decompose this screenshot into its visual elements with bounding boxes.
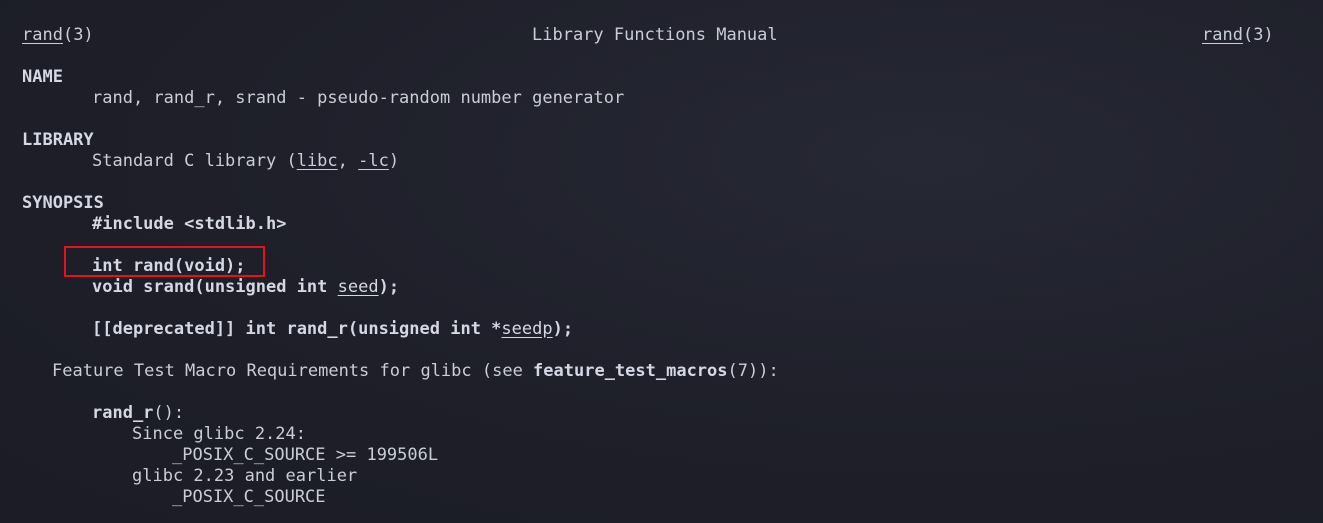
rand-r-func-name: rand_r [92, 403, 154, 423]
library-description: Standard C library (libc, -lc) [92, 151, 399, 172]
srand-param-seed: seed [337, 277, 379, 297]
library-sep: , [337, 151, 359, 171]
rand-r-requirement: rand_r(): [92, 403, 184, 424]
section-heading-synopsis: SYNOPSIS [22, 193, 104, 213]
srand-decl-b: ); [378, 277, 400, 297]
section-heading-name: NAME [22, 67, 63, 87]
header-right-section: (3) [1242, 25, 1274, 45]
man-header-title: Library Functions Manual [532, 25, 778, 45]
srand-decl-a: void srand(unsigned int [92, 277, 338, 297]
include-directive: #include <stdlib.h> [92, 214, 287, 234]
rand-r-declaration: [[deprecated]] int rand_r(unsigned int *… [92, 319, 573, 340]
header-left-name[interactable]: rand [22, 25, 63, 45]
srand-declaration: void srand(unsigned int seed); [92, 277, 399, 298]
man-header-left: rand(3) [22, 25, 94, 46]
section-heading-library: LIBRARY [22, 130, 94, 150]
rand-r-func-suffix: (): [153, 403, 185, 423]
highlight-box [64, 246, 265, 277]
since-glibc-224: Since glibc 2.24: [132, 424, 306, 444]
rand-r-decl-a: [[deprecated]] int rand_r(unsigned int * [92, 319, 502, 339]
lc-flag-link[interactable]: -lc [358, 151, 389, 171]
macro-posix-new: _POSIX_C_SOURCE >= 199506L [172, 445, 439, 465]
rand-r-decl-b: ); [552, 319, 574, 339]
name-description: rand, rand_r, srand - pseudo-random numb… [92, 88, 625, 108]
libc-link[interactable]: libc [297, 151, 338, 171]
rand-r-param-seedp: seedp [501, 319, 553, 339]
feature-test-macros-link[interactable]: feature_test_macros [533, 361, 727, 381]
man-header-right: rand(3) [1202, 25, 1274, 46]
macro-posix-old: _POSIX_C_SOURCE [172, 487, 326, 507]
feature-test-suffix: (7)): [727, 361, 779, 381]
header-left-section: (3) [62, 25, 94, 45]
glibc-223-earlier: glibc 2.23 and earlier [132, 466, 358, 486]
header-right-name[interactable]: rand [1202, 25, 1243, 45]
library-suffix: ) [388, 151, 400, 171]
feature-test-intro: Feature Test Macro Requirements for glib… [52, 361, 779, 382]
feature-test-prefix: Feature Test Macro Requirements for glib… [52, 361, 534, 381]
library-prefix: Standard C library ( [92, 151, 297, 171]
